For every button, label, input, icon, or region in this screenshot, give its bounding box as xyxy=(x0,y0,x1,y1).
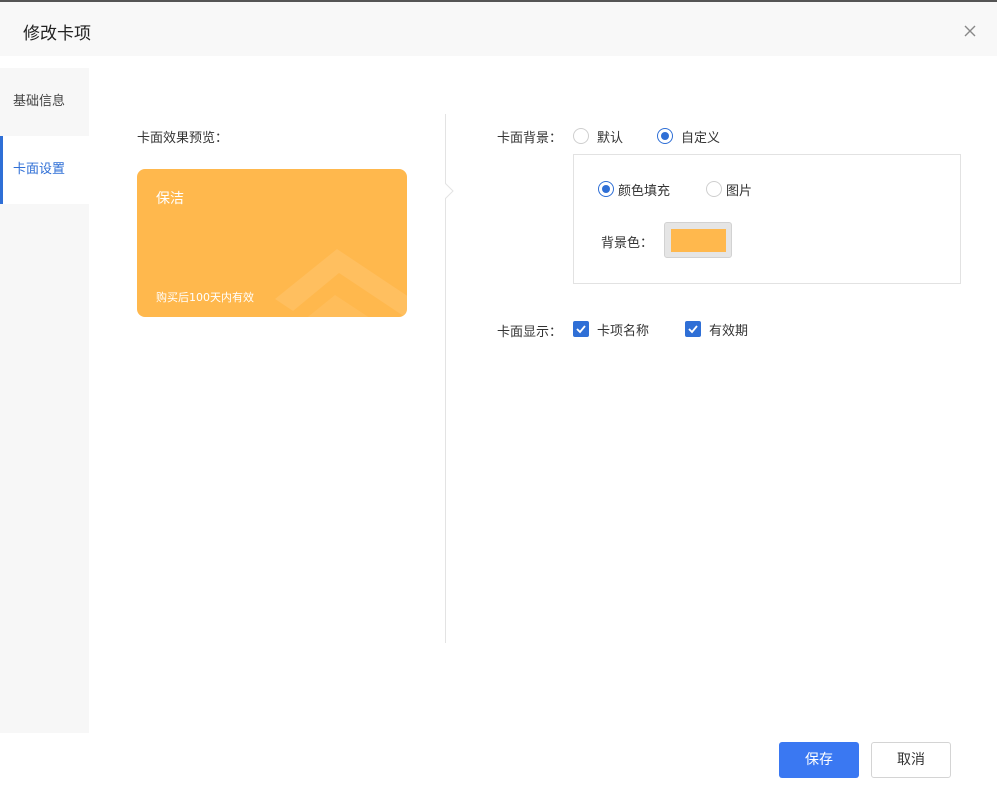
sidebar-item-card-settings[interactable]: 卡面设置 xyxy=(0,136,89,204)
dialog-header: 修改卡项 xyxy=(0,2,997,56)
sidebar-item-label: 卡面设置 xyxy=(13,162,66,177)
sidebar-item-label: 基础信息 xyxy=(13,94,66,109)
dialog-title: 修改卡项 xyxy=(23,24,91,44)
save-button[interactable]: 保存 xyxy=(779,742,859,778)
radio-default-label: 默认 xyxy=(597,131,624,146)
card-validity: 购买后100天内有效 xyxy=(156,291,254,304)
background-color-label: 背景色： xyxy=(601,236,654,251)
edit-card-dialog: 修改卡项 基础信息 卡面设置 卡面效果预览： 保洁 购买后100天内有效 卡面背… xyxy=(0,0,997,811)
side-nav: 基础信息 卡面设置 xyxy=(0,68,89,733)
radio-image[interactable] xyxy=(706,181,722,197)
card-name: 保洁 xyxy=(156,191,184,207)
display-label: 卡面显示： xyxy=(497,325,563,340)
radio-custom-label: 自定义 xyxy=(681,131,721,146)
custom-background-panel xyxy=(573,154,961,284)
preview-label: 卡面效果预览： xyxy=(137,131,229,146)
checkbox-validity[interactable] xyxy=(685,321,701,337)
card-preview: 保洁 购买后100天内有效 xyxy=(137,169,407,317)
card-watermark-icon xyxy=(275,249,407,317)
color-swatch xyxy=(671,229,726,252)
check-icon xyxy=(688,325,698,334)
divider-arrow-icon xyxy=(445,183,454,199)
checkbox-validity-label: 有效期 xyxy=(709,324,749,339)
color-picker[interactable] xyxy=(664,222,732,258)
cancel-button[interactable]: 取消 xyxy=(871,742,951,778)
radio-custom[interactable] xyxy=(657,128,673,144)
check-icon xyxy=(576,325,586,334)
radio-color-fill[interactable] xyxy=(598,181,614,197)
checkbox-card-name[interactable] xyxy=(573,321,589,337)
close-icon[interactable] xyxy=(961,22,979,40)
sidebar-item-basic-info[interactable]: 基础信息 xyxy=(0,68,89,136)
checkbox-card-name-label: 卡项名称 xyxy=(597,324,650,339)
radio-color-fill-label: 颜色填充 xyxy=(618,184,671,199)
radio-default[interactable] xyxy=(573,128,589,144)
background-label: 卡面背景： xyxy=(497,131,563,146)
radio-image-label: 图片 xyxy=(726,184,753,199)
